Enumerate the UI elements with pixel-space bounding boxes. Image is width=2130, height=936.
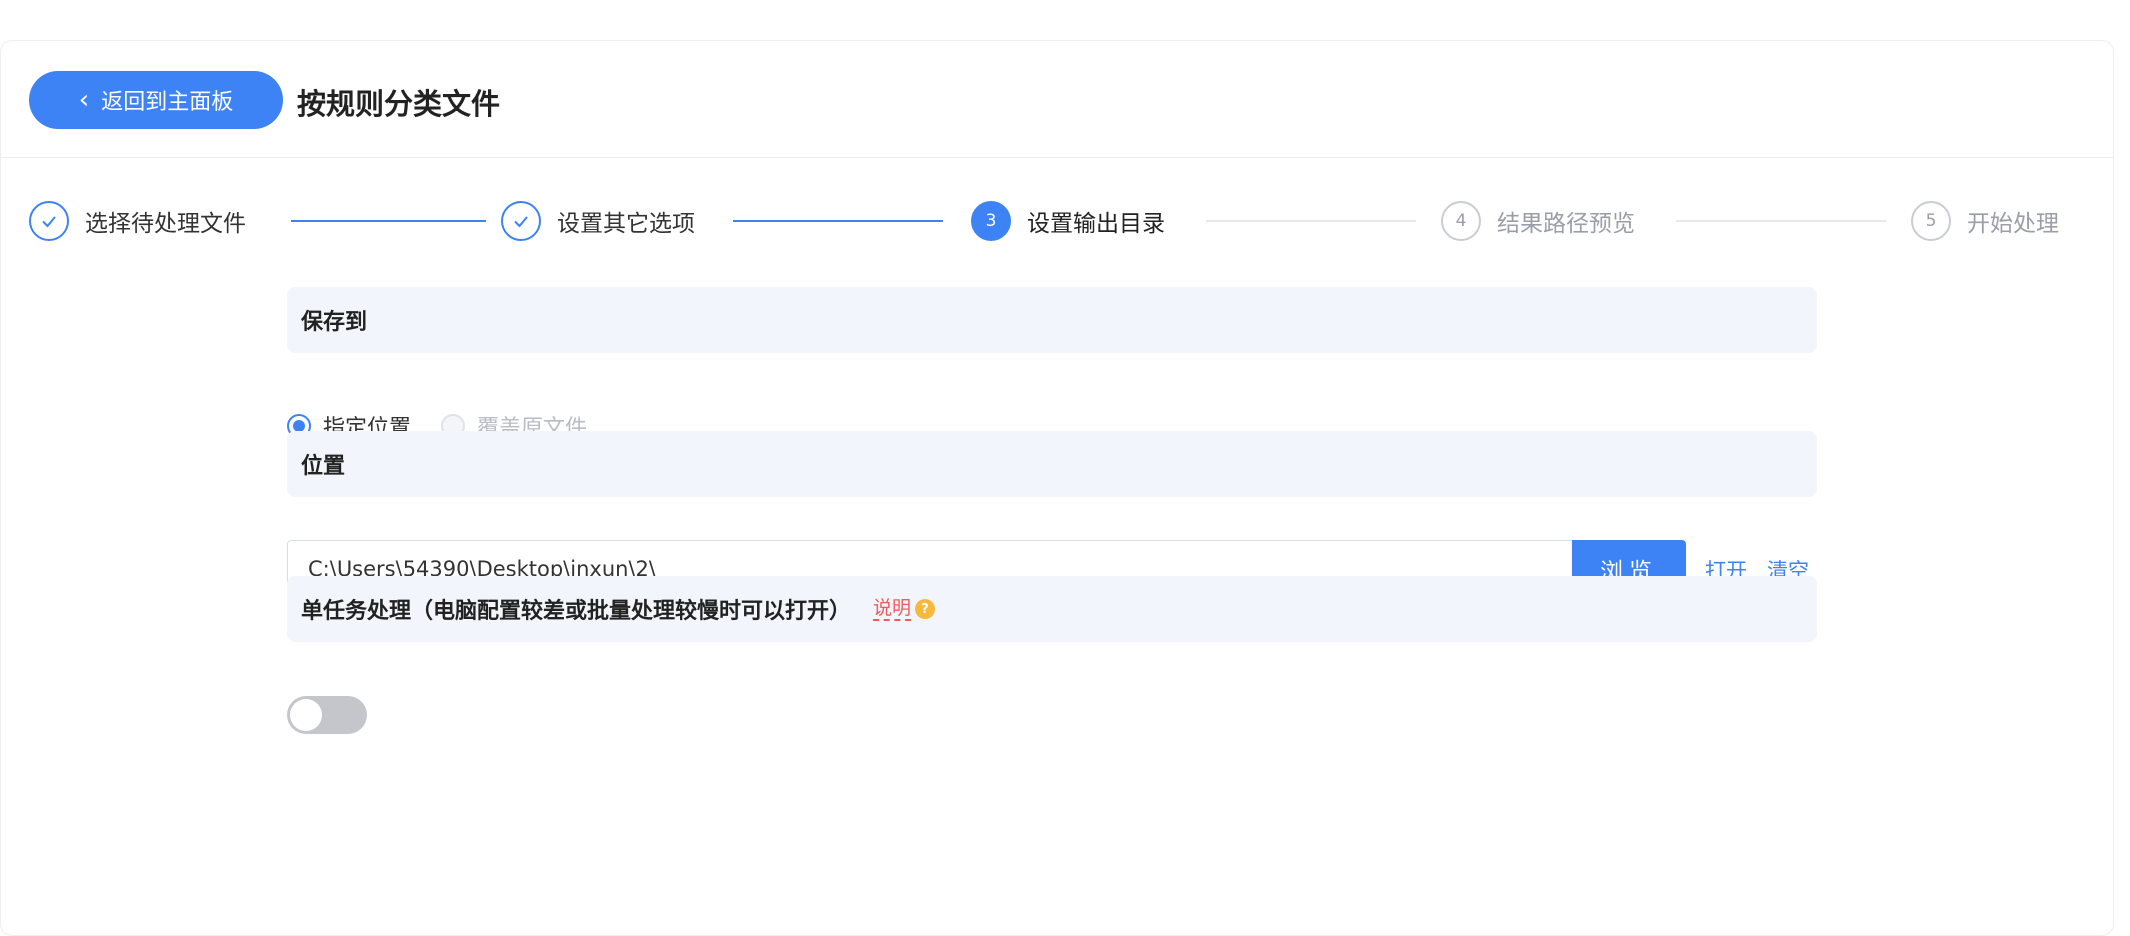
save-to-heading: 保存到 xyxy=(287,287,1817,353)
step-3-label: 设置输出目录 xyxy=(1027,211,1165,237)
main-panel: ‹ 返回到主面板 按规则分类文件 选择待处理文件 设置其它选项 3 设置输出目录… xyxy=(0,40,2114,936)
page-header: ‹ 返回到主面板 按规则分类文件 xyxy=(1,41,2113,158)
step-5-label: 开始处理 xyxy=(1967,211,2059,237)
help-link[interactable]: 说明 xyxy=(873,597,912,621)
step-connector xyxy=(733,220,943,222)
step-5-number: 5 xyxy=(1911,201,1951,241)
step-connector xyxy=(1206,220,1416,222)
step-connector xyxy=(1676,220,1886,222)
step-4-number: 4 xyxy=(1441,201,1481,241)
step-indicator: 选择待处理文件 设置其它选项 3 设置输出目录 4 结果路径预览 5 开始处理 xyxy=(1,196,2113,246)
single-task-heading-text: 单任务处理（电脑配置较差或批量处理较慢时可以打开） xyxy=(301,599,852,624)
step-2-label: 设置其它选项 xyxy=(557,211,695,237)
step-4[interactable]: 4 结果路径预览 xyxy=(1441,196,1635,246)
step-1[interactable]: 选择待处理文件 xyxy=(29,196,246,246)
check-icon xyxy=(29,201,69,241)
step-1-label: 选择待处理文件 xyxy=(85,211,246,237)
step-3-number: 3 xyxy=(971,201,1011,241)
check-icon xyxy=(501,201,541,241)
single-task-heading: 单任务处理（电脑配置较差或批量处理较慢时可以打开） 说明 ? xyxy=(287,576,1817,642)
step-2[interactable]: 设置其它选项 xyxy=(501,196,695,246)
location-heading: 位置 xyxy=(287,431,1817,497)
back-button-label: 返回到主面板 xyxy=(101,90,234,115)
single-task-toggle[interactable] xyxy=(287,696,367,734)
back-to-dashboard-button[interactable]: ‹ 返回到主面板 xyxy=(29,71,283,129)
step-3[interactable]: 3 设置输出目录 xyxy=(971,196,1165,246)
page-title: 按规则分类文件 xyxy=(297,87,501,121)
step-4-label: 结果路径预览 xyxy=(1497,211,1635,237)
step-5[interactable]: 5 开始处理 xyxy=(1911,196,2059,246)
help-icon[interactable]: ? xyxy=(915,599,936,619)
chevron-left-icon: ‹ xyxy=(78,85,90,115)
step-connector xyxy=(291,220,486,222)
toggle-knob xyxy=(290,699,322,731)
